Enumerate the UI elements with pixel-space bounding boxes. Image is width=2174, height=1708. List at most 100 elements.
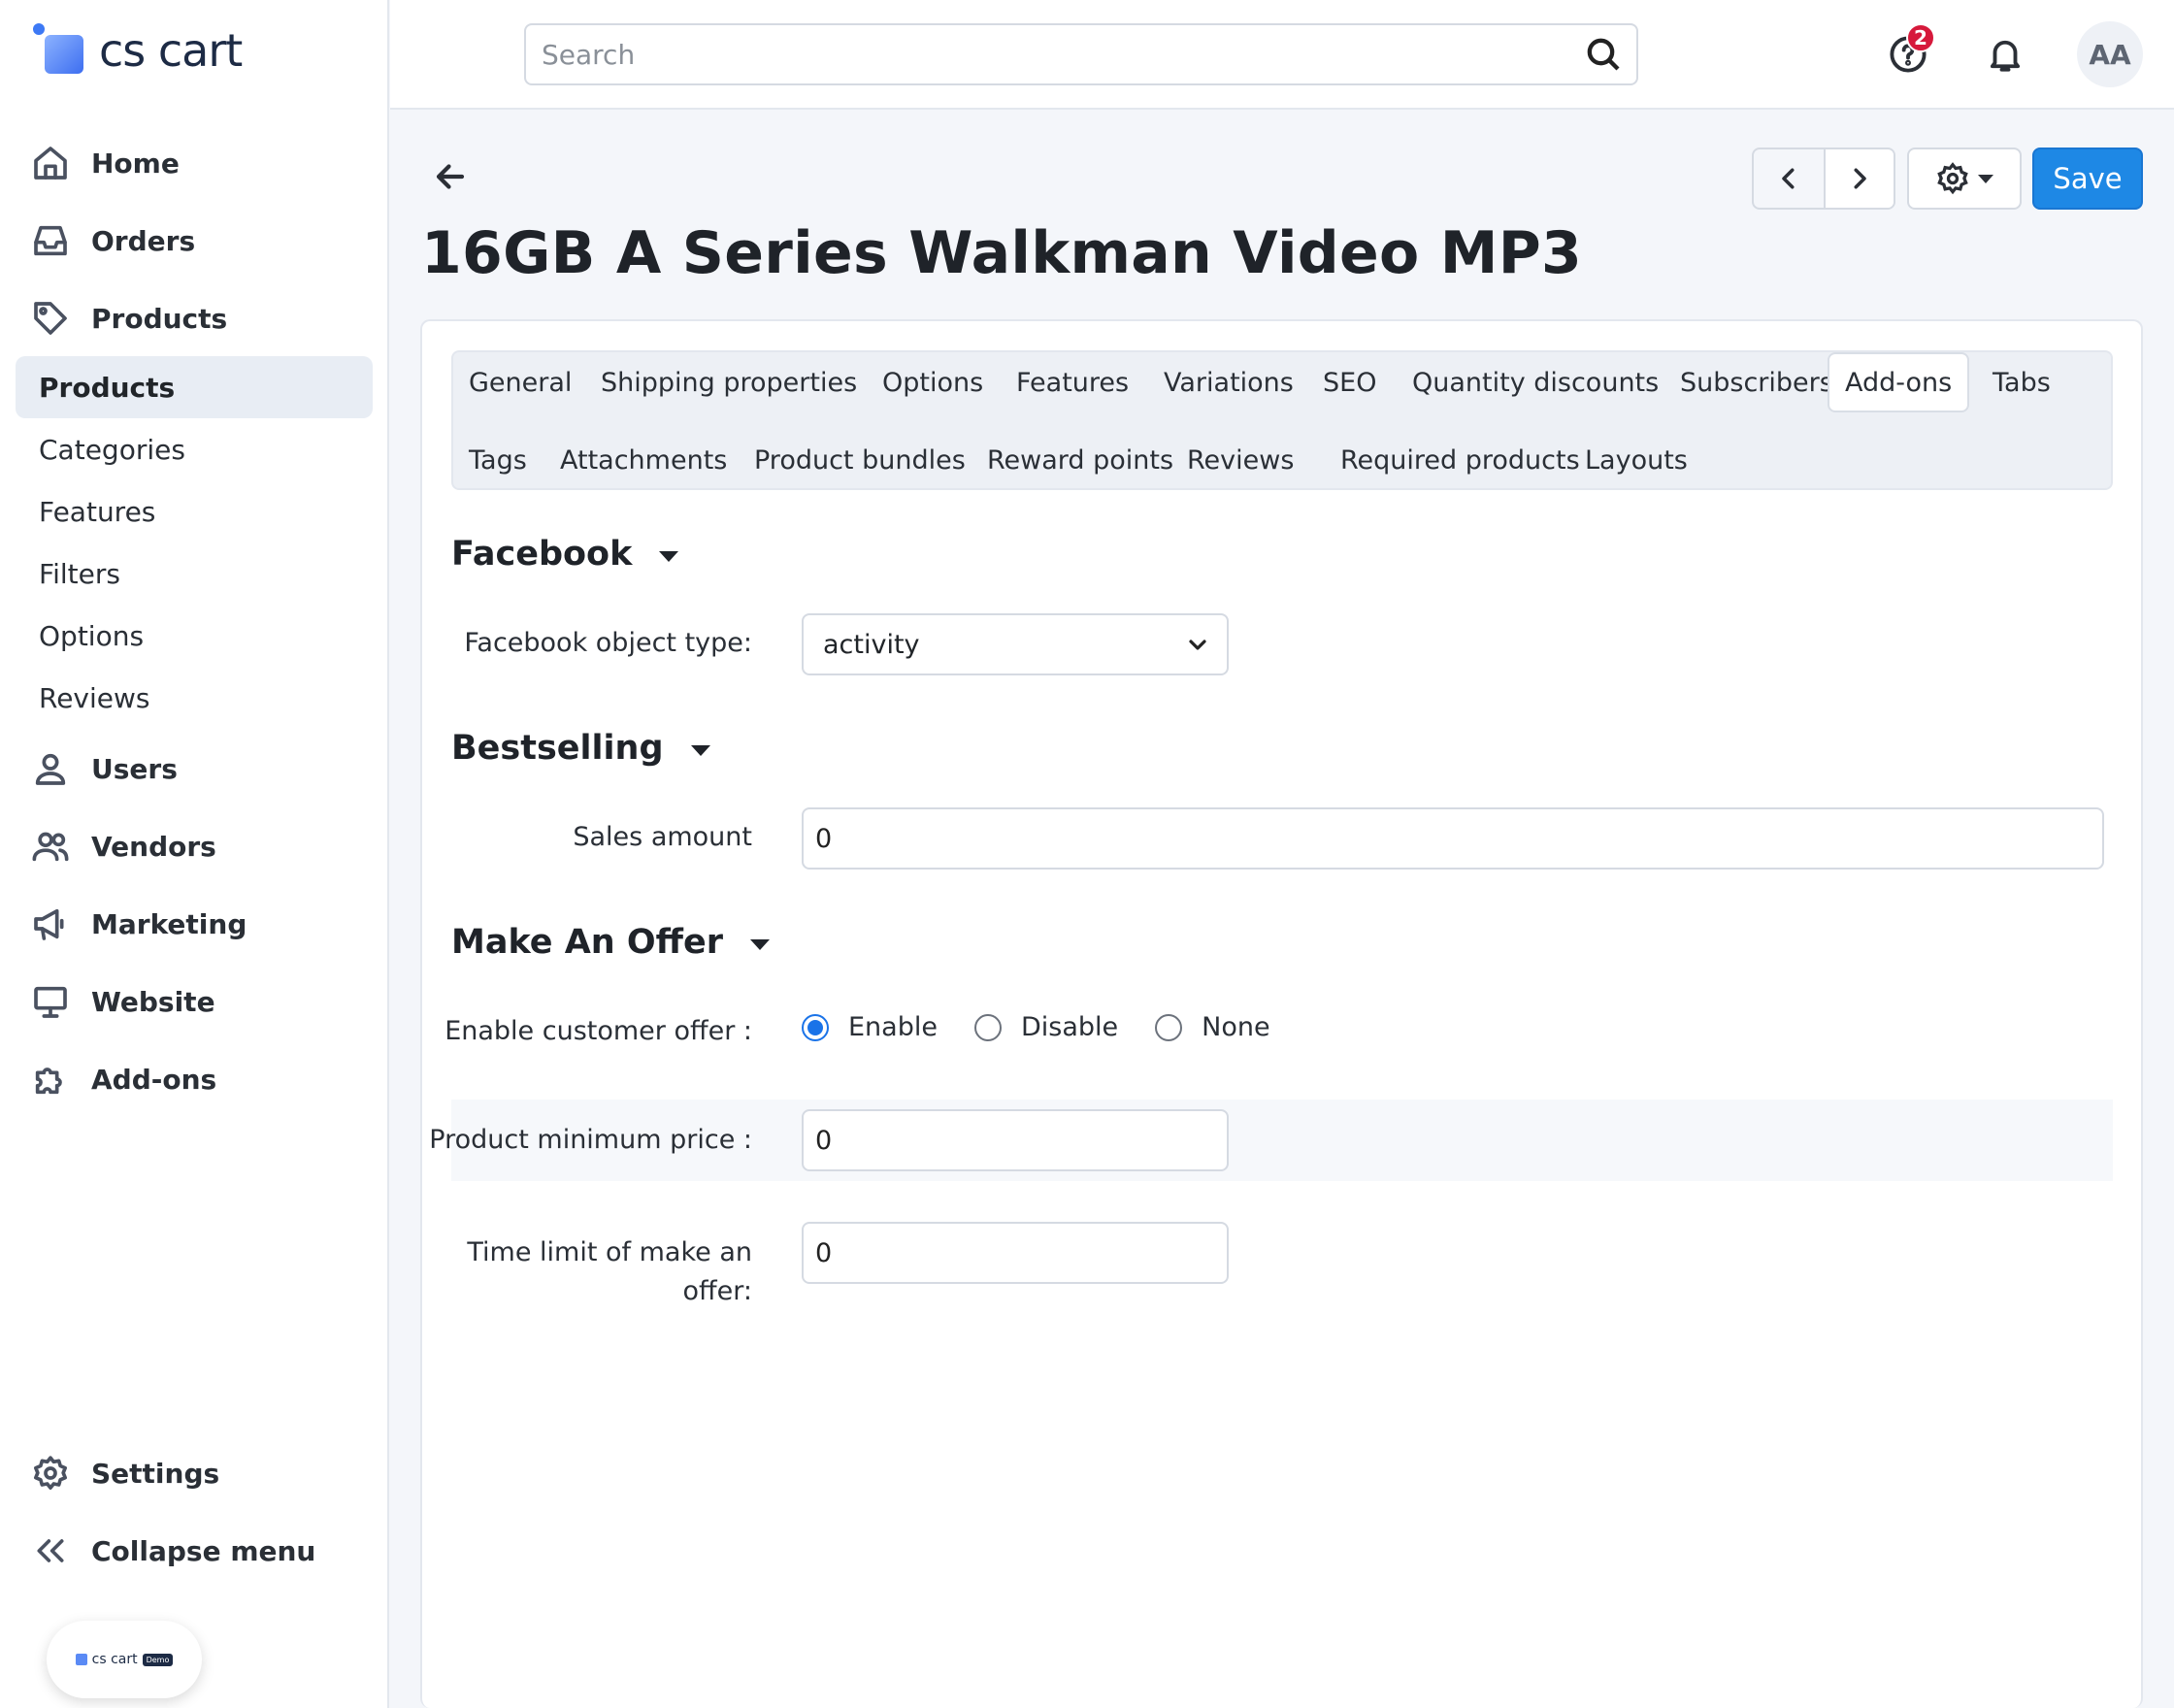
sidebar-item-label: Vendors	[91, 830, 216, 863]
prev-next-group	[1752, 148, 1895, 210]
megaphone-icon	[29, 903, 72, 945]
tab-variations[interactable]: Variations	[1148, 352, 1309, 412]
facebook-object-type-select[interactable]: activity	[802, 613, 1229, 675]
sales-amount-input[interactable]	[802, 807, 2104, 870]
collapse-menu-button[interactable]: Collapse menu	[29, 1522, 315, 1580]
radio-label: None	[1202, 1012, 1270, 1042]
tab-required-products[interactable]: Required products	[1325, 430, 1596, 490]
chevron-left-icon	[1782, 168, 1795, 189]
radio-button[interactable]	[802, 1013, 829, 1041]
save-button[interactable]: Save	[2032, 148, 2143, 210]
sidebar-item-label: Users	[91, 752, 178, 785]
tab-product-bundles[interactable]: Product bundles	[739, 430, 981, 490]
demo-badge-tag: Demo	[142, 1653, 174, 1666]
tab-reward-points[interactable]: Reward points	[972, 430, 1189, 490]
tab-attachments[interactable]: Attachments	[544, 430, 742, 490]
tab-subscribers[interactable]: Subscribers	[1664, 352, 1849, 412]
bestselling-section-header[interactable]: Bestselling	[451, 729, 710, 768]
sidebar-item-addons[interactable]: Add-ons	[29, 1050, 216, 1108]
time-limit-input[interactable]	[802, 1222, 1229, 1284]
radio-enable[interactable]: Enable	[802, 1012, 938, 1042]
help-button[interactable]: 2	[1881, 23, 1935, 82]
product-min-price-input[interactable]	[802, 1109, 1229, 1171]
radio-button[interactable]	[1155, 1013, 1183, 1041]
sidebar-item-label: Orders	[91, 224, 196, 257]
home-icon	[29, 142, 72, 184]
sidebar-item-label: Website	[91, 985, 215, 1018]
back-button[interactable]	[433, 159, 468, 194]
sidebar-item-users[interactable]: Users	[29, 739, 178, 798]
radio-button[interactable]	[973, 1013, 1002, 1041]
tab-options[interactable]: Options	[867, 352, 999, 412]
tab-layouts[interactable]: Layouts	[1569, 430, 1703, 490]
tab-quantity-discounts[interactable]: Quantity discounts	[1397, 352, 1674, 412]
select-value: activity	[823, 629, 920, 660]
sidebar-subitem-filters[interactable]: Filters	[39, 558, 120, 590]
sidebar-item-vendors[interactable]: Vendors	[29, 817, 216, 875]
inbox-icon	[29, 219, 72, 262]
tab-addons[interactable]: Add-ons	[1828, 352, 1970, 412]
sidebar-item-label: Add-ons	[91, 1063, 217, 1096]
tab-tabs[interactable]: Tabs	[1977, 352, 2066, 412]
tab-reviews[interactable]: Reviews	[1171, 430, 1309, 490]
facebook-object-type-label: Facebook object type:	[464, 628, 752, 658]
make-an-offer-section-header[interactable]: Make An Offer	[451, 923, 770, 962]
tag-icon	[29, 297, 72, 340]
avatar[interactable]: AA	[2077, 21, 2143, 87]
product-card: General Shipping properties Options Feat…	[420, 319, 2143, 1708]
caret-down-icon	[750, 938, 770, 950]
tab-shipping-properties[interactable]: Shipping properties	[585, 352, 873, 412]
radio-label: Disable	[1020, 1012, 1119, 1042]
bell-icon	[1990, 40, 2021, 72]
sidebar-item-label: Home	[91, 147, 180, 180]
demo-badge[interactable]: cs cart Demo	[47, 1621, 202, 1698]
sidebar-item-home[interactable]: Home	[29, 134, 180, 192]
gear-icon	[1937, 162, 1968, 195]
sidebar-item-marketing[interactable]: Marketing	[29, 895, 247, 953]
page-title: 16GB A Series Walkman Video MP3	[421, 219, 1583, 287]
section-title: Bestselling	[451, 729, 664, 768]
settings-dropdown-button[interactable]	[1907, 148, 2022, 210]
sidebar-subitem-products[interactable]: Products	[16, 356, 373, 418]
demo-logo-icon	[75, 1654, 87, 1665]
sidebar: cs cart Home Orders Products Products Ca…	[0, 0, 389, 1708]
search-icon[interactable]	[1584, 35, 1623, 74]
tab-general[interactable]: General	[453, 352, 587, 412]
radio-disable[interactable]: Disable	[973, 1012, 1119, 1042]
tab-seo[interactable]: SEO	[1307, 352, 1392, 412]
product-min-price-label: Product minimum price :	[429, 1125, 752, 1155]
radio-none[interactable]: None	[1155, 1012, 1270, 1042]
radio-label: Enable	[848, 1012, 938, 1042]
sales-amount-label: Sales amount	[573, 822, 752, 852]
caret-down-icon	[659, 550, 679, 562]
tab-tags[interactable]: Tags	[453, 430, 543, 490]
section-title: Facebook	[451, 535, 633, 574]
sidebar-item-products[interactable]: Products	[29, 289, 227, 347]
sidebar-item-label: Products	[91, 302, 228, 335]
logo-text: cs cart	[99, 24, 243, 77]
sidebar-subitem-options[interactable]: Options	[39, 620, 144, 652]
sidebar-subitem-categories[interactable]: Categories	[39, 434, 185, 466]
collapse-menu-label: Collapse menu	[91, 1534, 316, 1567]
help-badge: 2	[1906, 23, 1935, 52]
time-limit-label: Time limit of make an offer:	[467, 1237, 752, 1306]
chevron-down-icon	[1189, 640, 1206, 650]
sidebar-item-orders[interactable]: Orders	[29, 212, 195, 270]
sidebar-item-website[interactable]: Website	[29, 972, 215, 1031]
facebook-section-header[interactable]: Facebook	[451, 535, 679, 574]
enable-customer-offer-radios: Enable Disable None	[802, 1012, 1307, 1042]
chevrons-left-icon	[29, 1529, 72, 1572]
top-bar: 2 AA	[390, 0, 2174, 110]
sidebar-item-settings[interactable]: Settings	[29, 1444, 219, 1502]
sidebar-subitem-reviews[interactable]: Reviews	[39, 682, 150, 714]
tab-features[interactable]: Features	[1001, 352, 1144, 412]
next-button[interactable]	[1824, 149, 1894, 208]
arrow-left-icon	[436, 164, 465, 189]
section-title: Make An Offer	[451, 923, 723, 962]
notifications-button[interactable]	[1978, 27, 2032, 82]
cs-cart-logo[interactable]: cs cart	[33, 23, 243, 78]
logo-mark-icon	[33, 23, 87, 78]
previous-button[interactable]	[1754, 149, 1824, 208]
search-input[interactable]	[540, 37, 1584, 72]
sidebar-subitem-features[interactable]: Features	[39, 496, 155, 528]
